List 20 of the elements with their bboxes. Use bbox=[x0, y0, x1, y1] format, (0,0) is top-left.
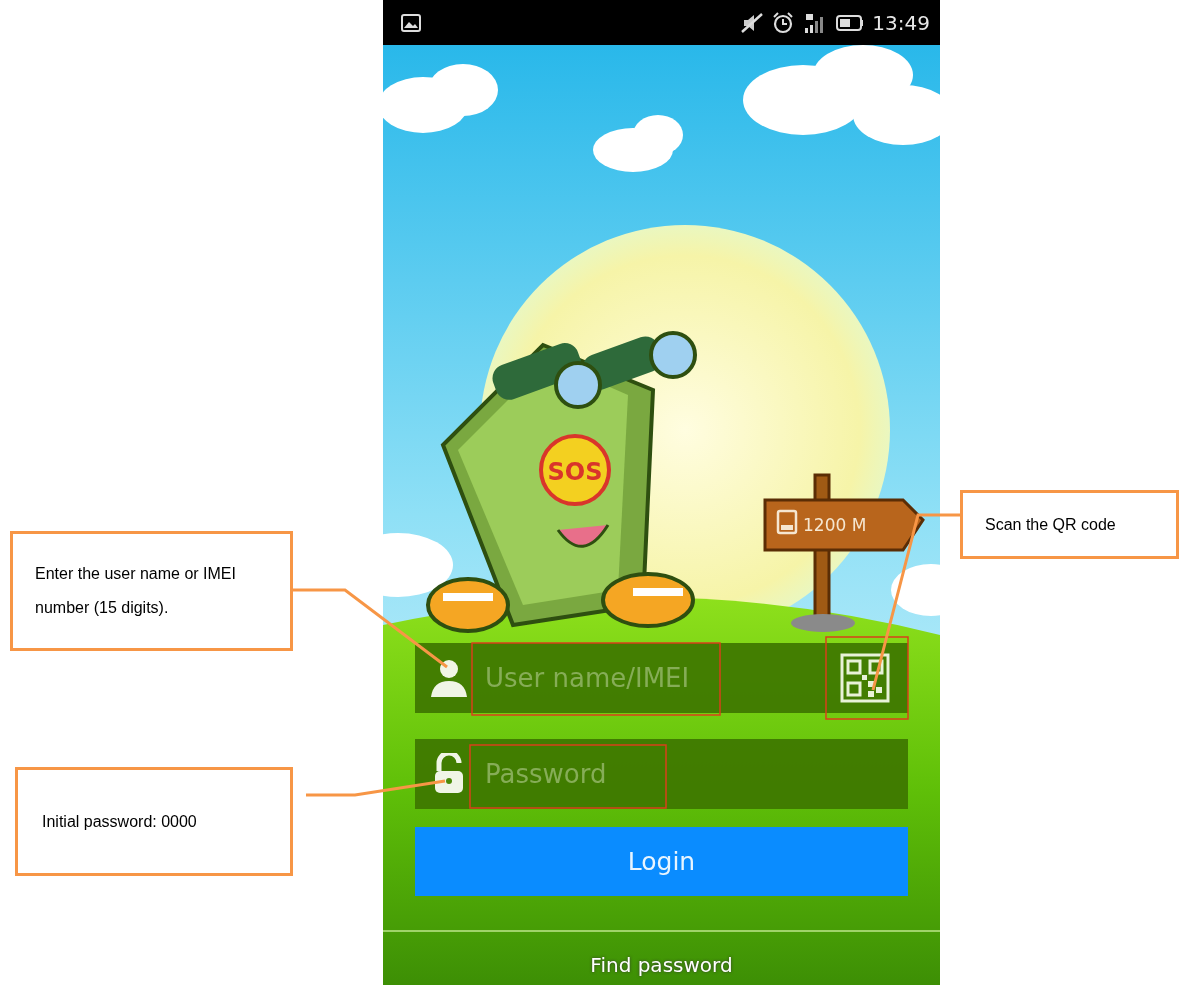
battery-icon bbox=[836, 13, 865, 32]
mute-icon bbox=[740, 11, 765, 34]
image-icon bbox=[401, 13, 421, 32]
password-input[interactable]: Password bbox=[483, 753, 908, 795]
alarm-icon bbox=[772, 11, 795, 34]
annotation-text: Initial password: 0000 bbox=[42, 811, 197, 832]
cloud-drawing bbox=[383, 533, 453, 597]
find-password-link[interactable]: Find password bbox=[590, 953, 733, 977]
login-button[interactable]: Login bbox=[415, 827, 908, 896]
username-field[interactable]: User name/IMEI bbox=[415, 643, 908, 713]
annotation-text: Scan the QR code bbox=[985, 514, 1116, 535]
sign-distance-text: 1200 M bbox=[803, 515, 867, 535]
user-icon bbox=[429, 659, 469, 697]
qr-code-icon bbox=[840, 653, 890, 703]
status-time: 13:49 bbox=[872, 9, 930, 37]
cloud-drawing bbox=[891, 564, 940, 616]
username-input[interactable]: User name/IMEI bbox=[483, 657, 836, 699]
annotation-text: Enter the user name or IMEI number (15 digits). bbox=[35, 564, 237, 618]
mascot-label: SOS bbox=[547, 458, 603, 486]
password-field[interactable]: Password bbox=[415, 739, 908, 809]
